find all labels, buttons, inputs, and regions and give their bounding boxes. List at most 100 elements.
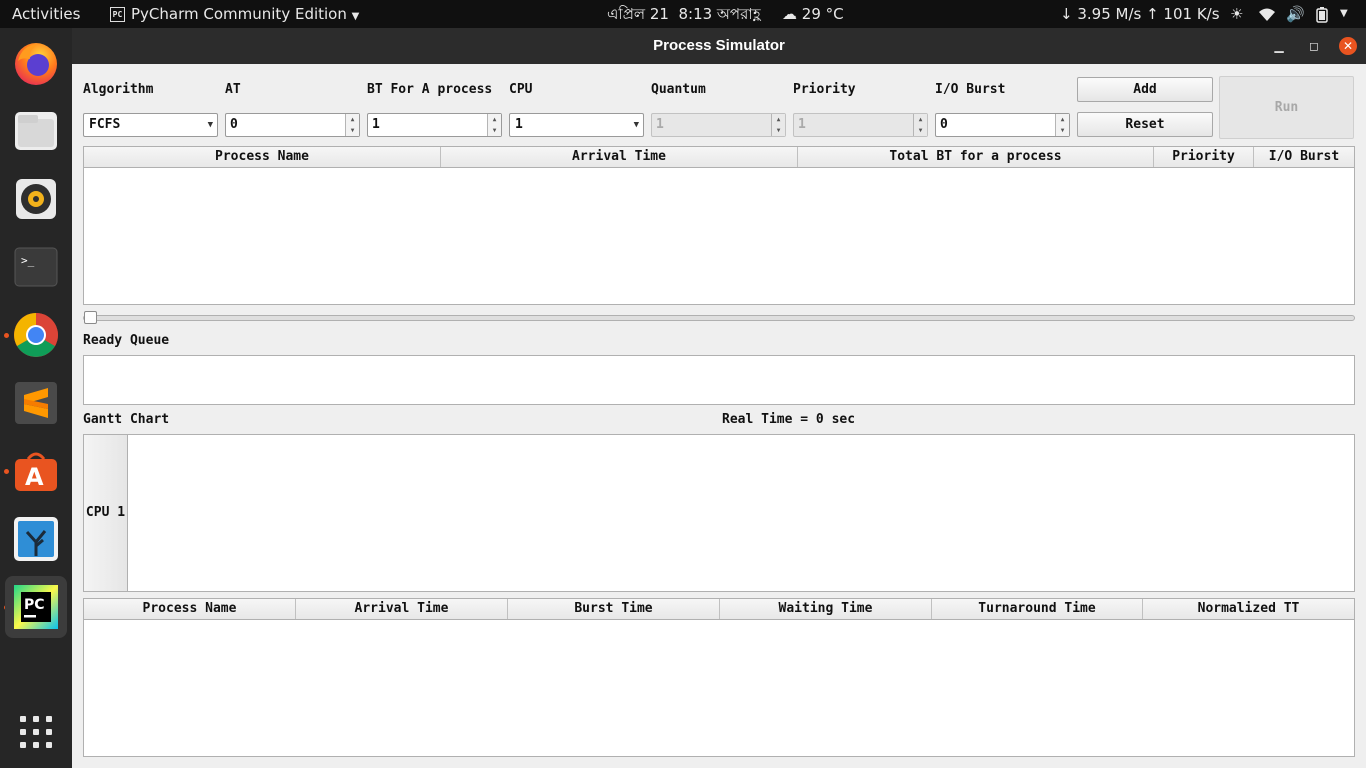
sublime-text-icon [15, 382, 57, 424]
ready-queue-panel [83, 355, 1355, 405]
dock-pycharm[interactable]: PC [5, 576, 67, 638]
cpu-value: 1 [515, 117, 523, 132]
pycharm-icon: PC [14, 585, 58, 629]
column-header[interactable]: Arrival Time [296, 599, 508, 619]
spin-down-icon[interactable]: ▼ [1056, 125, 1069, 136]
cloud-icon: ☁ [782, 5, 797, 23]
column-header[interactable]: Turnaround Time [932, 599, 1143, 619]
window-titlebar[interactable]: Process Simulator ▁ ◻ ✕ [72, 28, 1366, 64]
timeline-slider-handle[interactable] [84, 311, 97, 324]
chevron-down-icon: ▼ [351, 11, 360, 22]
quantum-spinbox[interactable]: 1 ▲ ▼ [651, 113, 786, 137]
real-time-label: Real Time = 0 sec [722, 412, 856, 427]
column-header[interactable]: Burst Time [508, 599, 720, 619]
bt-label: BT For A process [367, 82, 493, 97]
at-value: 0 [230, 117, 238, 132]
dock-show-apps[interactable] [5, 701, 67, 763]
at-spinbox[interactable]: 0 ▲ ▼ [225, 113, 360, 137]
column-header[interactable]: Normalized TT [1143, 599, 1354, 619]
app-menu-label: PyCharm Community Edition [131, 5, 347, 23]
dock-rhythmbox[interactable] [5, 168, 67, 230]
clock[interactable]: এপ্রিল 21 8:13 অপরাহ্ণ [607, 0, 761, 28]
shotwell-icon [14, 517, 58, 561]
gantt-chart-label: Gantt Chart [83, 412, 170, 427]
firefox-icon [15, 43, 57, 85]
algorithm-value: FCFS [89, 117, 121, 132]
io-burst-spinbox[interactable]: 0 ▲ ▼ [935, 113, 1070, 137]
process-table-header: Process Name Arrival Time Total BT for a… [84, 147, 1354, 168]
spin-down-icon: ▼ [918, 127, 923, 134]
column-header[interactable]: Total BT for a process [798, 147, 1154, 167]
system-menu-chevron-icon[interactable]: ▼ [1340, 0, 1348, 28]
process-simulator-window: Process Simulator ▁ ◻ ✕ Algorithm AT BT … [72, 28, 1366, 768]
volume-icon[interactable]: 🔊 [1286, 0, 1305, 28]
weather-temp: 29 °C [801, 5, 844, 23]
dock-sublime[interactable] [5, 372, 67, 434]
clock-date: এপ্রিল 21 [607, 5, 669, 23]
spin-down-icon: ▼ [776, 127, 781, 134]
at-label: AT [225, 82, 241, 97]
timeline-slider-track[interactable] [83, 315, 1355, 321]
algorithm-label: Algorithm [83, 82, 154, 97]
priority-label: Priority [793, 82, 856, 97]
add-button[interactable]: Add [1077, 77, 1213, 102]
brightness-icon[interactable]: ☀ [1230, 0, 1243, 28]
reset-button[interactable]: Reset [1077, 112, 1213, 137]
bt-spinbox[interactable]: 1 ▲ ▼ [367, 113, 502, 137]
column-header[interactable]: Waiting Time [720, 599, 932, 619]
ready-queue-label: Ready Queue [83, 333, 170, 348]
dock-files[interactable] [5, 100, 67, 162]
result-table[interactable]: Process Name Arrival Time Burst Time Wai… [83, 598, 1355, 757]
window-title: Process Simulator [653, 37, 785, 54]
column-header[interactable]: I/O Burst [1254, 147, 1354, 167]
dock: >_ A PC [0, 28, 72, 768]
priority-value: 1 [798, 117, 806, 132]
io-burst-label: I/O Burst [935, 82, 1006, 97]
chrome-icon [14, 313, 58, 357]
show-apps-icon [20, 716, 52, 748]
quantum-label: Quantum [651, 82, 706, 97]
gantt-chart-panel: CPU 1 [83, 434, 1355, 592]
files-icon [15, 112, 57, 150]
maximize-button[interactable]: ◻ [1305, 37, 1323, 55]
app-menu[interactable]: PC PyCharm Community Edition ▼ [110, 0, 359, 28]
column-header[interactable]: Arrival Time [441, 147, 798, 167]
spin-down-icon[interactable]: ▼ [346, 125, 359, 136]
process-table[interactable]: Process Name Arrival Time Total BT for a… [83, 146, 1355, 305]
column-header[interactable]: Process Name [84, 147, 441, 167]
dock-firefox[interactable] [5, 32, 67, 94]
weather[interactable]: ☁ 29 °C [782, 0, 844, 28]
svg-text:A: A [25, 463, 44, 491]
network-speed: ↓ 3.95 M/s ↑ 101 K/s [1060, 5, 1220, 23]
cpu-row-header: CPU 1 [84, 435, 128, 591]
spin-down-icon[interactable]: ▼ [488, 125, 501, 136]
wifi-icon[interactable] [1258, 0, 1276, 28]
run-button[interactable]: Run [1219, 76, 1354, 139]
spin-up-icon: ▲ [776, 116, 781, 123]
bt-value: 1 [372, 117, 380, 132]
spin-up-icon[interactable]: ▲ [488, 114, 501, 125]
quantum-value: 1 [656, 117, 664, 132]
activities-button[interactable]: Activities [12, 0, 80, 28]
top-bar: Activities PC PyCharm Community Edition ▼… [0, 0, 1366, 28]
column-header[interactable]: Priority [1154, 147, 1254, 167]
minimize-button[interactable]: ▁ [1270, 37, 1288, 55]
dock-shotwell[interactable] [5, 508, 67, 570]
spin-up-icon[interactable]: ▲ [1056, 114, 1069, 125]
terminal-icon: >_ [14, 247, 58, 287]
close-button[interactable]: ✕ [1339, 37, 1357, 55]
column-header[interactable]: Process Name [84, 599, 296, 619]
spin-up-icon[interactable]: ▲ [346, 114, 359, 125]
dock-chrome[interactable] [5, 304, 67, 366]
svg-text:PC: PC [24, 597, 45, 613]
dock-ubuntu-software[interactable]: A [5, 440, 67, 502]
ubuntu-software-icon: A [15, 452, 57, 491]
io-burst-value: 0 [940, 117, 948, 132]
priority-spinbox[interactable]: 1 ▲ ▼ [793, 113, 928, 137]
chevron-down-icon: ▼ [633, 120, 639, 130]
battery-icon[interactable] [1316, 0, 1328, 28]
algorithm-select[interactable]: FCFS ▼ [83, 113, 218, 137]
dock-terminal[interactable]: >_ [5, 236, 67, 298]
svg-text:>_: >_ [21, 254, 35, 267]
cpu-select[interactable]: 1 ▼ [509, 113, 644, 137]
